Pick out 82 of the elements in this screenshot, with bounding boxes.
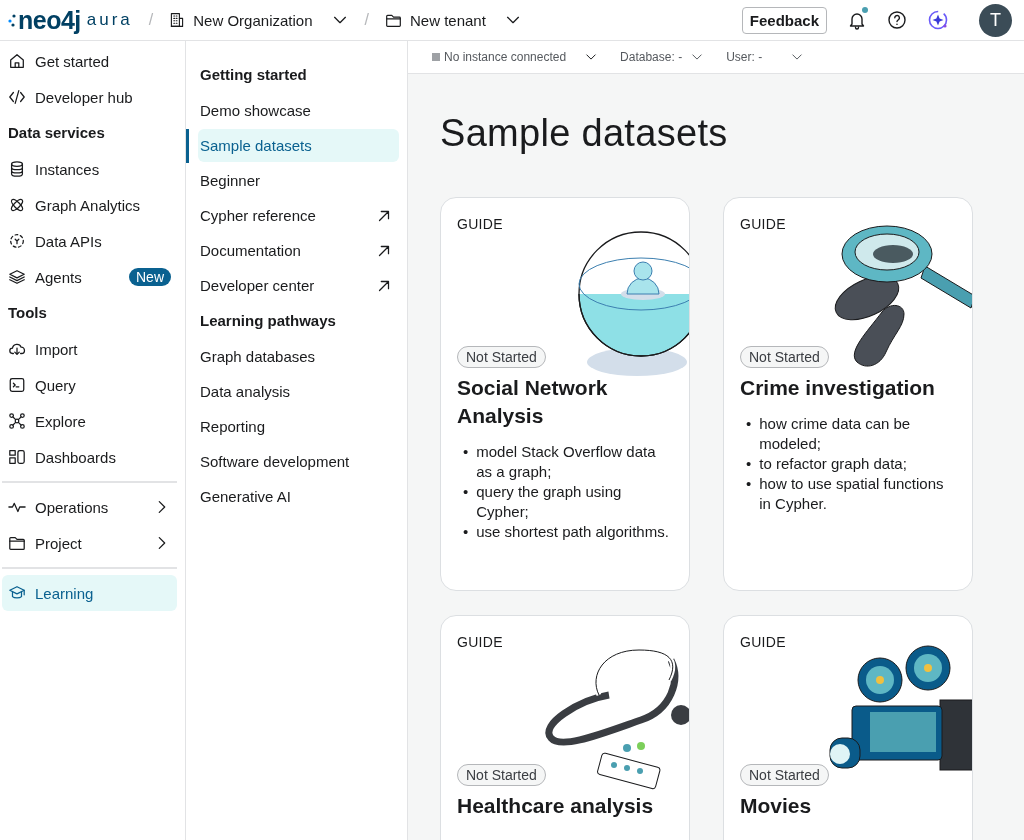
dashed-node-icon: [8, 232, 26, 250]
learning-nav-item[interactable]: Data analysis: [200, 375, 399, 408]
sidebar-item[interactable]: Agents New: [2, 259, 177, 295]
atom-icon: [8, 196, 26, 214]
home-icon: [8, 52, 26, 70]
logo-dots-icon: [8, 13, 16, 27]
logo-wordmark: neo4j: [18, 7, 81, 33]
guide-label: GUIDE: [457, 634, 504, 650]
guide-label: GUIDE: [457, 216, 504, 232]
terminal-icon: [8, 376, 26, 394]
learning-nav-item[interactable]: Beginner: [200, 164, 399, 197]
user-avatar[interactable]: T: [979, 3, 1012, 37]
folder-icon: [8, 534, 26, 552]
learning-nav-item[interactable]: Generative AI: [200, 480, 399, 513]
instance-dropdown[interactable]: No instance connected: [444, 50, 599, 64]
nav-group-heading: Getting started: [199, 65, 308, 85]
sparkle-icon: [927, 9, 949, 31]
section-heading: Data services: [7, 123, 106, 143]
database-dropdown[interactable]: Database: -: [620, 50, 705, 64]
page-title: Sample datasets: [440, 112, 729, 155]
sidebar-item[interactable]: Graph Analytics: [2, 187, 177, 223]
sidebar-item[interactable]: Learning: [2, 575, 177, 611]
learning-nav-item[interactable]: Software development: [200, 445, 399, 478]
graduation-cap-icon: [8, 584, 26, 602]
product-name: aura: [86, 10, 133, 30]
sidebar-item[interactable]: Explore: [2, 403, 177, 439]
status-square-icon: [432, 53, 440, 61]
building-icon: [169, 12, 186, 28]
learning-nav-item[interactable]: Developer center: [200, 269, 399, 302]
card-title[interactable]: Healthcare analysis: [457, 792, 673, 820]
bullet-text: to refactor graph data;: [759, 454, 907, 474]
layers-icon: [8, 268, 26, 286]
new-badge: New: [129, 268, 171, 286]
breadcrumb-dropdown[interactable]: New tenant: [378, 7, 528, 33]
bullet-marker: •: [463, 522, 469, 542]
bullet-text: how crime data can be modeled;: [759, 414, 912, 454]
bullet-text: use shortest path algorithms.: [476, 522, 669, 542]
bullet-text: model Stack Overflow data as a graph;: [476, 442, 657, 482]
user-dropdown[interactable]: User: -: [726, 50, 805, 64]
card-title[interactable]: Movies: [740, 792, 956, 820]
sidebar-item[interactable]: Dashboards: [2, 439, 177, 475]
guide-label: GUIDE: [740, 216, 787, 232]
status-badge: Not Started: [740, 346, 829, 368]
bullet-text: query the graph using Cypher;: [476, 482, 623, 522]
graph-icon: [8, 412, 26, 430]
help-icon: [887, 10, 907, 30]
breadcrumb-separator: /: [364, 11, 369, 29]
sidebar-item[interactable]: Project: [2, 525, 177, 561]
status-badge: Not Started: [457, 764, 546, 786]
dashboard-icon: [8, 448, 26, 466]
status-badge: Not Started: [740, 764, 829, 786]
section-heading: Tools: [7, 303, 48, 323]
guide-label: GUIDE: [740, 634, 787, 650]
breadcrumb-separator: /: [148, 11, 154, 29]
sidebar-item[interactable]: Get started: [2, 43, 177, 79]
learning-nav-item[interactable]: Documentation: [200, 234, 399, 267]
bullet-marker: •: [746, 474, 752, 494]
feedback-button[interactable]: Feedback: [741, 6, 827, 34]
bullet-marker: •: [746, 454, 752, 474]
bullet-marker: •: [463, 442, 469, 462]
card-title[interactable]: Social Network Analysis: [457, 374, 673, 430]
card-title[interactable]: Crime investigation: [740, 374, 956, 402]
sidebar-item[interactable]: Import: [2, 331, 177, 367]
nav-group-heading: Learning pathways: [199, 311, 337, 331]
breadcrumb-dropdown[interactable]: New Organization: [163, 7, 355, 33]
bullet-text: how to use spatial functions in Cypher.: [759, 474, 945, 514]
sidebar-item[interactable]: Developer hub: [2, 79, 177, 115]
sidebar-item[interactable]: Query: [2, 367, 177, 403]
learning-nav-item[interactable]: Reporting: [200, 410, 399, 443]
learning-nav-item[interactable]: Graph databases: [200, 340, 399, 373]
sidebar-item[interactable]: Instances: [2, 151, 177, 187]
code-icon: [8, 88, 26, 106]
status-badge: Not Started: [457, 346, 546, 368]
sidebar-item[interactable]: Data APIs: [2, 223, 177, 259]
learning-nav-item[interactable]: Sample datasets: [198, 129, 399, 162]
database-icon: [8, 160, 26, 178]
bell-icon: [847, 10, 867, 30]
learning-nav-item[interactable]: Demo showcase: [200, 94, 399, 127]
bullet-marker: •: [463, 482, 469, 502]
bullet-marker: •: [746, 414, 752, 434]
learning-nav-item[interactable]: Cypher reference: [200, 199, 399, 232]
sidebar-item[interactable]: Operations: [2, 489, 177, 525]
